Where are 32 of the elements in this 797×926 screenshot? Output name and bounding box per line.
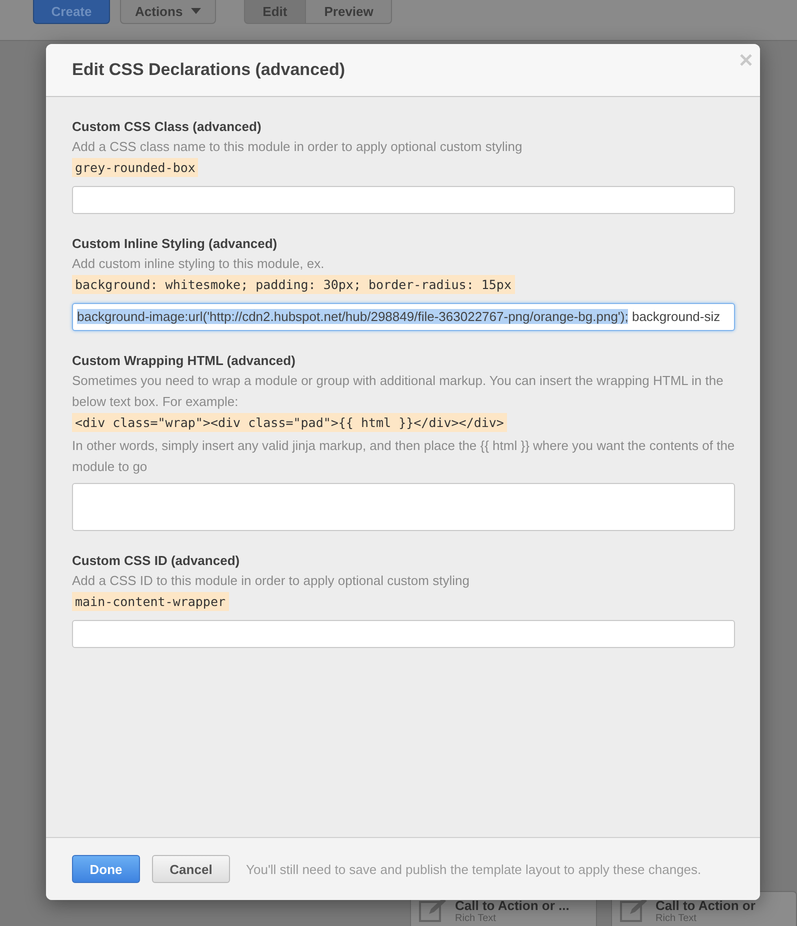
- close-icon: [740, 54, 752, 66]
- pencil-icon: [620, 898, 648, 922]
- done-button[interactable]: Done: [72, 855, 140, 883]
- help-text: Add a CSS class name to this module in order to apply optional custom styling: [72, 138, 522, 156]
- footer-note: You'll still need to save and publish the template layout to apply these changes.: [246, 862, 702, 876]
- help-text: In other words, simply insert any valid jinja markup, and then place the {{ html }} where you want the contents of the module to go: [72, 437, 735, 476]
- input-field[interactable]: background-image:url('http://cdn2.hubspot.net/hub/298849/file-363022767-png/orange-bg.png'); background-siz: [72, 303, 735, 331]
- module-title: Call to Action or ...: [455, 898, 570, 913]
- tab[interactable]: Preview: [306, 0, 392, 24]
- create-button[interactable]: Create: [33, 0, 110, 24]
- cancel-button[interactable]: Cancel: [152, 855, 230, 883]
- textarea-field[interactable]: [72, 483, 735, 531]
- actions-button[interactable]: Actions: [120, 0, 216, 24]
- field-label: Custom CSS ID (advanced): [72, 552, 240, 570]
- field-label: Custom CSS Class (advanced): [72, 118, 262, 136]
- close-button[interactable]: [740, 54, 752, 66]
- module-title: Call to Action or: [656, 898, 756, 913]
- dialog-title: Edit CSS Declarations (advanced): [72, 60, 346, 80]
- field-label: Custom Inline Styling (advanced): [72, 235, 278, 253]
- caret-icon: [190, 8, 201, 14]
- code-example: <div class="wrap"><div class="pad">{{ html }}</div></div>: [72, 413, 507, 432]
- input-field[interactable]: [72, 186, 735, 214]
- help-text: Add a CSS ID to this module in order to apply optional custom styling: [72, 572, 470, 590]
- code-example: grey-rounded-box: [72, 158, 198, 177]
- tab[interactable]: Edit: [244, 0, 306, 24]
- code-example: background: whitesmoke; padding: 30px; border-radius: 15px: [72, 275, 514, 294]
- code-example: main-content-wrapper: [72, 592, 229, 611]
- pencil-icon: [419, 898, 447, 922]
- input-field[interactable]: [72, 620, 735, 648]
- help-text: Sometimes you need to wrap a module or group with additional markup. You can insert the wrapping HTML in the below text box. For example:: [72, 372, 724, 411]
- field-label: Custom Wrapping HTML (advanced): [72, 352, 296, 370]
- help-text: Add custom inline styling to this module, ex.: [72, 255, 324, 273]
